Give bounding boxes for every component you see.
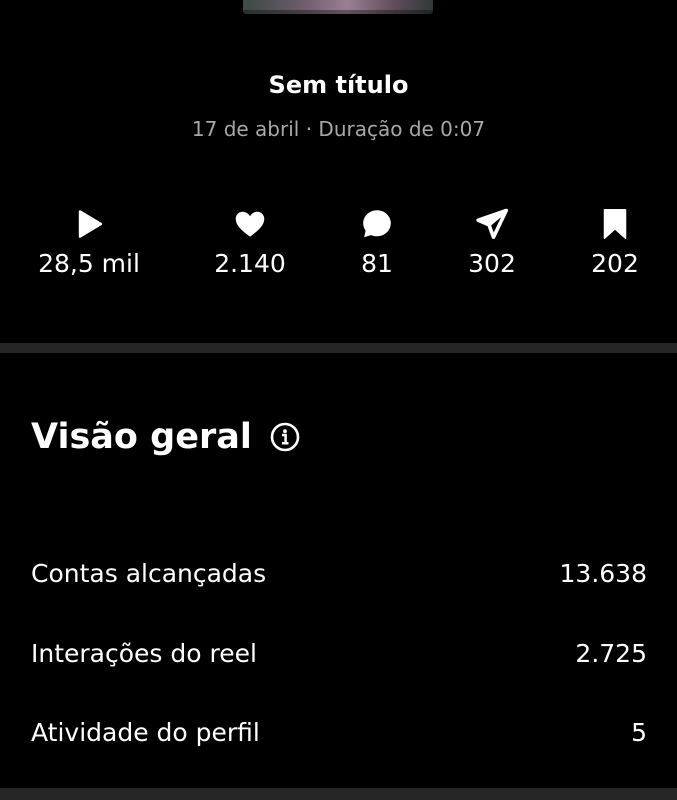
stat-saves: 202 xyxy=(545,206,677,276)
stat-shares: 302 xyxy=(422,206,562,276)
reel-meta: 17 de abril · Duração de 0:07 xyxy=(0,117,677,141)
heart-icon xyxy=(180,206,320,242)
row-value: 2.725 xyxy=(575,639,647,668)
row-value: 13.638 xyxy=(559,559,647,588)
overview-header: Visão geral xyxy=(31,415,301,459)
play-icon xyxy=(19,206,159,242)
stat-saves-value: 202 xyxy=(591,249,639,278)
row-value: 5 xyxy=(631,718,647,747)
overview-title: Visão geral xyxy=(31,416,252,457)
row-label: Interações do reel xyxy=(31,639,257,668)
overview-row-profile-activity[interactable]: Atividade do perfil 5 xyxy=(31,718,647,747)
bookmark-icon xyxy=(545,206,677,242)
bottom-divider xyxy=(0,788,677,800)
stat-plays-value: 28,5 mil xyxy=(38,249,140,278)
reel-title: Sem título xyxy=(268,71,409,99)
stat-shares-value: 302 xyxy=(468,249,516,278)
stat-likes-value: 2.140 xyxy=(214,249,286,278)
info-icon[interactable] xyxy=(269,421,301,453)
send-icon xyxy=(422,206,562,242)
meta-separator: · xyxy=(305,117,313,141)
row-label: Atividade do perfil xyxy=(31,718,260,747)
reel-date: 17 de abril xyxy=(191,117,300,141)
stat-likes: 2.140 xyxy=(180,206,320,276)
reel-stats: 28,5 mil 2.140 81 302 202 xyxy=(0,206,677,286)
section-divider xyxy=(0,343,677,353)
reel-thumbnail[interactable] xyxy=(243,0,433,14)
row-label: Contas alcançadas xyxy=(31,559,267,588)
stat-plays: 28,5 mil xyxy=(19,206,159,276)
overview-row-reel-interactions[interactable]: Interações do reel 2.725 xyxy=(31,639,647,668)
reel-duration: Duração de 0:07 xyxy=(318,117,486,141)
overview-row-accounts-reached[interactable]: Contas alcançadas 13.638 xyxy=(31,559,647,588)
